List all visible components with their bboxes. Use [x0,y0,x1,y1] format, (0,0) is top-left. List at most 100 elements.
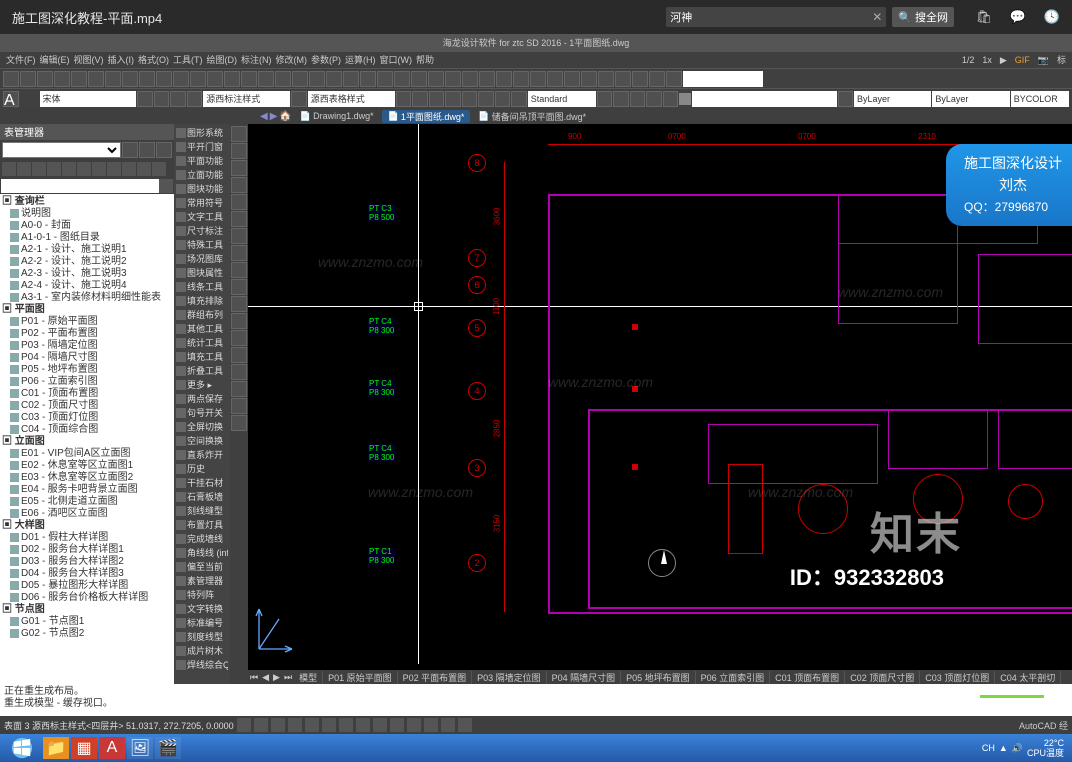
taskbar-app[interactable]: 🖼 [127,737,153,759]
tree-item[interactable]: P06 - 立面索引图 [2,376,172,388]
menu-help[interactable]: 帮助 [416,52,434,68]
tool-button[interactable] [412,91,428,107]
toolbar-button[interactable] [513,71,529,87]
tool-button[interactable] [429,91,445,107]
palette-item[interactable]: 特列阵 [176,588,228,601]
tree-item[interactable]: E05 - 北侧走道立面图 [2,496,172,508]
system-tray[interactable]: CH ▲ 🔊 22°C CPU温度 [982,738,1070,758]
draw-button[interactable] [231,177,247,193]
toolbar-button[interactable] [360,71,376,87]
toolbar-button[interactable] [547,71,563,87]
tablestyle-combo[interactable]: 源西表格样式 [308,91,395,107]
palette-item[interactable]: 平面功能 [176,154,228,167]
palette-item[interactable]: 平开门窗 [176,140,228,153]
tree-item[interactable]: E02 - 休息室等区立面图1 [2,460,172,472]
command-line[interactable]: 正在重生成布局。 重生成模型 - 缓存视口。 [0,684,1072,716]
menu-calc[interactable]: 运算(H) [345,52,376,68]
tree-group[interactable]: ▣ 节点图 [2,604,172,616]
tabs-nav-back-icon[interactable]: ◀ [260,111,268,122]
layout-next-icon[interactable]: ▶ [271,672,282,683]
palette-item[interactable]: 成片树木 [176,644,228,657]
tree-group[interactable]: ▣ 平面图 [2,304,172,316]
panel-tool-button[interactable] [17,162,31,176]
toolbar-button[interactable] [411,71,427,87]
toolbar-button[interactable] [581,71,597,87]
search-input[interactable] [670,11,872,23]
tree-item[interactable]: D02 - 服务台大样详图1 [2,544,172,556]
draw-button[interactable] [231,143,247,159]
toolbar-button[interactable] [105,71,121,87]
tree-item[interactable]: A0-0 - 封面 [2,220,172,232]
palette-item[interactable]: 句号开关 [176,406,228,419]
draw-button[interactable] [231,245,247,261]
tb-combo[interactable] [683,71,763,87]
tree-item[interactable]: A2-2 - 设计、施工说明2 [2,256,172,268]
panel-tool-button[interactable] [2,162,16,176]
draw-button[interactable] [231,381,247,397]
toolbar-button[interactable] [71,71,87,87]
toolbar-button[interactable] [564,71,580,87]
draw-button[interactable] [231,262,247,278]
palette-item[interactable]: 偏至当前 [176,560,228,573]
palette-item[interactable]: 图块属性 [176,266,228,279]
tree-item[interactable]: C01 - 顶面布置图 [2,388,172,400]
tree-group[interactable]: ▣ 大样图 [2,520,172,532]
palette-item[interactable]: 折叠工具 [176,364,228,377]
tree-item[interactable]: A2-1 - 设计、施工说明1 [2,244,172,256]
tree-item[interactable]: 说明图 [2,208,172,220]
layout-tab[interactable]: P03 隔墙定位图 [472,671,547,684]
chat-icon[interactable]: 💬 [1010,9,1026,25]
tree-group[interactable]: ▣ 立面图 [2,436,172,448]
file-tab[interactable]: 📄储备间吊顶平面图.dwg* [472,110,592,123]
palette-item[interactable]: 填充工具 [176,350,228,363]
tool-button[interactable] [137,91,153,107]
panel-search-icon[interactable] [159,179,173,193]
draw-button[interactable] [231,398,247,414]
taskbar-app[interactable]: A [99,737,125,759]
draw-button[interactable] [231,347,247,363]
toolbar-button[interactable] [275,71,291,87]
color-combo[interactable]: BYCOLOR [1011,91,1069,107]
palette-item[interactable]: 群组布列 [176,308,228,321]
toolbar-button[interactable] [649,71,665,87]
clear-search-icon[interactable]: ✕ [872,10,882,24]
tool-button[interactable] [511,91,527,107]
file-tab[interactable]: 📄Drawing1.dwg* [294,111,380,122]
tree-item[interactable]: P01 - 原始平面图 [2,316,172,328]
palette-item[interactable]: 干挂石材 [176,476,228,489]
status-toggle[interactable] [322,718,336,732]
tool-button[interactable] [663,91,679,107]
menu-modify[interactable]: 修改(M) [276,52,308,68]
toolbar-button[interactable] [292,71,308,87]
draw-button[interactable] [231,313,247,329]
tree-item[interactable]: A2-4 - 设计、施工说明4 [2,280,172,292]
tree-item[interactable]: C02 - 顶面尺寸图 [2,400,172,412]
toolbar-button[interactable] [394,71,410,87]
tool-button[interactable] [646,91,662,107]
layout-tab[interactable]: C01 顶面布置图 [770,671,845,684]
palette-item[interactable]: 历史 [176,462,228,475]
panel-button[interactable] [139,142,155,158]
toolbar-button[interactable] [496,71,512,87]
toolbar-button[interactable] [37,71,53,87]
toolbar-button[interactable] [326,71,342,87]
tree-item[interactable]: E04 - 服务卡吧背景立面图 [2,484,172,496]
tree-item[interactable]: E01 - VIP包间A区立面图 [2,448,172,460]
draw-button[interactable] [231,160,247,176]
draw-button[interactable] [231,228,247,244]
tree-item[interactable]: E06 - 酒吧区立面图 [2,508,172,520]
tree-item[interactable]: D03 - 服务台大样详图2 [2,556,172,568]
tray-icon[interactable]: 🔊 [1012,743,1023,754]
tool-button[interactable] [396,91,412,107]
tray-icon[interactable]: ▲ [999,743,1008,753]
linetype-combo[interactable]: ByLayer [854,91,931,107]
taskbar-app[interactable]: ▦ [71,737,97,759]
palette-item[interactable]: 素管理器 [176,574,228,587]
record-icon[interactable]: 📷 [1038,52,1049,68]
tree-group[interactable]: ▣ 查询栏 [2,196,172,208]
status-toggle[interactable] [373,718,387,732]
taskbar-app[interactable]: 📁 [43,737,69,759]
tool-button[interactable] [495,91,511,107]
cart-icon[interactable]: 🛍 [976,9,992,25]
panel-tool-button[interactable] [62,162,76,176]
